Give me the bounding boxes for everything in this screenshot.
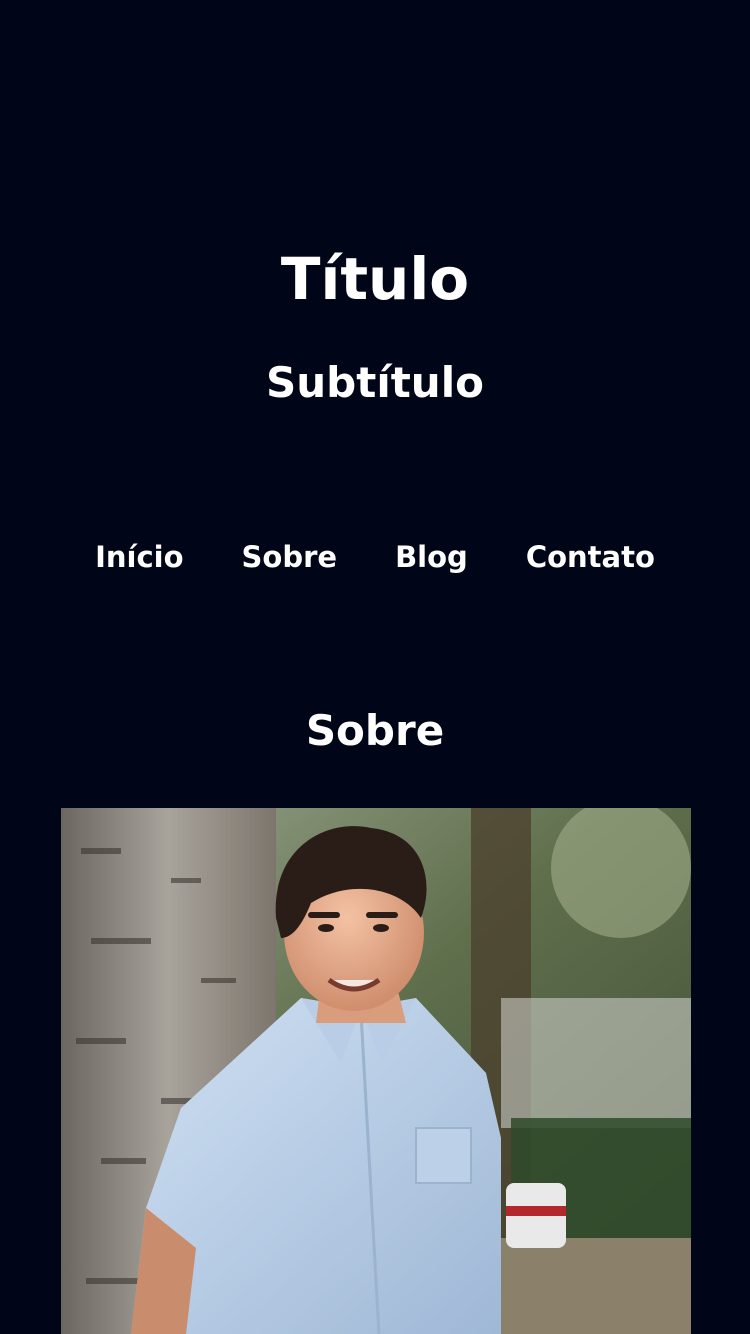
nav-item-blog[interactable]: Blog (395, 536, 468, 578)
portrait-illustration (61, 808, 691, 1334)
about-heading: Sobre (305, 706, 445, 755)
page: Título Subtítulo Início Sobre Blog Conta… (0, 0, 750, 1334)
nav-item-sobre[interactable]: Sobre (242, 536, 338, 578)
main-nav: Início Sobre Blog Contato (0, 536, 750, 578)
page-title: Título (280, 245, 470, 313)
nav-item-inicio[interactable]: Início (95, 536, 183, 578)
nav-item-contato[interactable]: Contato (526, 536, 655, 578)
page-subtitle: Subtítulo (266, 358, 484, 407)
portrait-photo (61, 808, 691, 1334)
